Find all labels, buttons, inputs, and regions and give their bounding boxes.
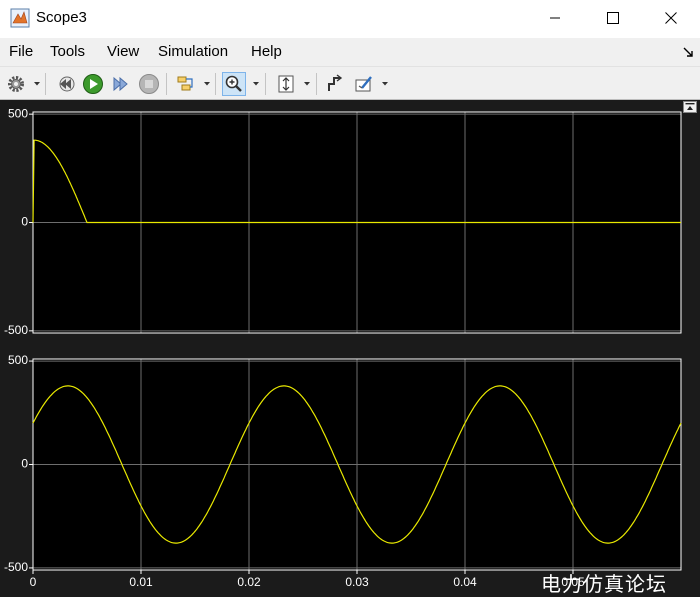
y-tick-label: -500 (4, 323, 28, 337)
matlab-icon (10, 8, 30, 28)
axes-2[interactable]: 5000-5000 0.01 0.02 0.03 0.04 0.05 (4, 353, 682, 589)
highlight-icon (355, 76, 372, 92)
menu-file[interactable]: File (9, 43, 33, 60)
toolbar-separator (215, 73, 216, 95)
toolbar-separator (166, 73, 167, 95)
watermark-text: 电力仿真论坛 (541, 572, 667, 596)
configuration-button[interactable] (4, 72, 28, 96)
toolbar-separator (45, 73, 46, 95)
menu-tools[interactable]: Tools (50, 43, 85, 60)
stop-button[interactable] (137, 72, 161, 96)
scope-display[interactable]: 5000-5005000-5000 0.01 0.02 0.03 0.04 0.05 (0, 101, 700, 597)
scale-axes-button[interactable] (274, 72, 298, 96)
step-forward-button[interactable] (109, 72, 133, 96)
y-tick-label: 0 (21, 215, 28, 229)
step-back-icon (59, 76, 75, 92)
x-tick-label: 0.04 (453, 575, 477, 589)
maximize-button[interactable] (584, 0, 642, 36)
scope-plot-area: 500 0 -500 500 0 -500 0 0.01 0.02 0.03 0.04 0.05 (0, 101, 700, 597)
menu-simulation[interactable]: Simulation (158, 43, 228, 60)
close-icon (665, 12, 677, 24)
menu-view[interactable]: View (107, 43, 139, 60)
x-tick-label: 0.01 (129, 575, 153, 589)
menu-help[interactable]: Help (251, 43, 282, 60)
zoom-in-button[interactable] (222, 72, 246, 96)
axes-1[interactable]: 500 0 -500 (4, 106, 682, 337)
title-bar: Scope3 (0, 0, 700, 38)
restore-icon (685, 103, 695, 110)
highlight-button[interactable] (352, 72, 376, 96)
toolbar-separator (316, 73, 317, 95)
gear-icon (8, 76, 24, 92)
y-tick-label: -500 (4, 560, 28, 574)
chevron-down-icon[interactable] (303, 81, 311, 87)
minimize-icon (550, 17, 560, 19)
restore-layout-button[interactable] (683, 101, 697, 113)
cursor-measure-icon (328, 74, 343, 91)
chevron-down-icon[interactable] (252, 81, 260, 87)
close-button[interactable] (642, 0, 700, 36)
x-tick-label: 0.03 (345, 575, 369, 589)
step-back-button[interactable] (54, 72, 78, 96)
y-tick-label: 500 (8, 106, 28, 120)
maximize-icon (607, 12, 619, 24)
run-icon (83, 74, 103, 94)
cursor-measurements-button[interactable] (323, 72, 347, 96)
chevron-down-icon[interactable] (203, 81, 211, 87)
y-tick-label: 0 (21, 457, 28, 471)
x-tick-label: 0.02 (237, 575, 261, 589)
menu-bar: File Tools View Simulation Help (0, 38, 700, 66)
x-tick-label: 0 (30, 575, 37, 589)
chevron-down-icon[interactable] (33, 81, 41, 87)
toolbar (0, 66, 700, 100)
chevron-down-icon[interactable] (381, 81, 389, 87)
run-button[interactable] (81, 72, 105, 96)
y-tick-label: 500 (8, 353, 28, 367)
stop-icon (139, 74, 159, 94)
window-title: Scope3 (36, 9, 87, 26)
zoom-in-icon (225, 75, 242, 92)
toolbar-separator (265, 73, 266, 95)
signal-selector-button[interactable] (174, 72, 198, 96)
step-forward-icon (113, 76, 128, 92)
dock-arrow-icon[interactable] (682, 46, 694, 58)
scale-axes-icon (278, 75, 294, 93)
signal-selector-icon (177, 76, 193, 91)
minimize-button[interactable] (526, 0, 584, 36)
